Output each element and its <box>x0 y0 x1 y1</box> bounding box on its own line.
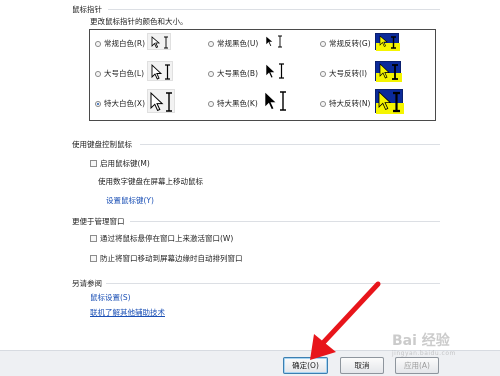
option-large-black[interactable]: 大号黑色(B) <box>208 68 258 79</box>
hover-activate-checkbox[interactable] <box>90 235 97 242</box>
radio-large-black[interactable] <box>208 70 214 77</box>
radio-normal-inverted[interactable] <box>320 40 326 47</box>
window-group-divider <box>130 221 440 222</box>
keyboard-group-divider <box>140 144 440 145</box>
radio-large-inverted[interactable] <box>320 70 326 77</box>
radio-xlarge-black[interactable] <box>208 100 214 107</box>
preview-normal-white-icon <box>147 33 171 50</box>
option-label: 大号黑色(B) <box>217 69 258 78</box>
radio-normal-black[interactable] <box>208 40 214 47</box>
option-label: 常规白色(R) <box>104 39 146 48</box>
pointer-scheme-grid: 常规白色(R) 常规黑色(U) 常规反转(G) 大号白色(L) 大号黑色(B) … <box>89 29 436 121</box>
preview-large-white-icon <box>147 61 173 81</box>
radio-xlarge-inverted[interactable] <box>320 100 326 107</box>
preview-normal-inverted-icon <box>375 33 400 51</box>
keyboard-group-title: 使用键盘控制鼠标 <box>72 140 132 149</box>
preview-normal-black-icon <box>262 33 286 50</box>
pointer-group-title: 鼠标指针 <box>72 5 102 14</box>
pointer-group-divider <box>108 9 440 10</box>
watermark-subtext: jingyan.baidu.com <box>392 350 456 357</box>
option-label: 常规反转(G) <box>329 39 371 48</box>
option-label: 常规黑色(U) <box>217 39 259 48</box>
mouse-keys-checkbox[interactable] <box>90 160 97 167</box>
option-xlarge-inverted[interactable]: 特大反转(N) <box>320 98 370 109</box>
option-normal-white[interactable]: 常规白色(R) <box>95 38 145 49</box>
preview-large-inverted-icon <box>375 61 402 82</box>
radio-large-white[interactable] <box>95 70 101 77</box>
option-label: 特大白色(X) <box>104 99 145 108</box>
preview-xlarge-inverted-icon <box>375 89 404 114</box>
option-label: 大号反转(I) <box>329 69 368 78</box>
option-xlarge-black[interactable]: 特大黑色(K) <box>208 98 258 109</box>
option-normal-inverted[interactable]: 常规反转(G) <box>320 38 371 49</box>
window-group-title: 更便于管理窗口 <box>72 217 125 226</box>
preview-xlarge-black-icon <box>262 89 290 113</box>
preview-large-black-icon <box>262 61 288 81</box>
prevent-arrange-row[interactable]: 防止将窗口移动到屏幕边缘时自动排列窗口 <box>90 253 243 264</box>
option-large-inverted[interactable]: 大号反转(I) <box>320 68 367 79</box>
online-assistive-tech-link[interactable]: 联机了解其他辅助技术 <box>90 307 165 318</box>
apply-button[interactable]: 应用(A) <box>395 357 439 374</box>
option-label: 大号白色(L) <box>104 69 145 78</box>
preview-xlarge-white-icon <box>147 89 175 113</box>
prevent-arrange-checkbox[interactable] <box>90 255 97 262</box>
baidu-watermark: Bai 经验 jingyan.baidu.com <box>392 330 456 357</box>
hover-activate-label: 通过将鼠标悬停在窗口上来激活窗口(W) <box>100 234 234 243</box>
option-label: 特大黑色(K) <box>217 99 258 108</box>
watermark-text: Bai 经验 <box>392 333 450 349</box>
mouse-keys-checkbox-row[interactable]: 启用鼠标键(M) <box>90 158 150 169</box>
hover-activate-row[interactable]: 通过将鼠标悬停在窗口上来激活窗口(W) <box>90 233 233 244</box>
option-large-white[interactable]: 大号白色(L) <box>95 68 144 79</box>
annotation-arrow-icon <box>310 281 381 360</box>
see-also-title: 另请参阅 <box>72 279 102 288</box>
mouse-keys-label: 启用鼠标键(M) <box>100 159 150 168</box>
option-normal-black[interactable]: 常规黑色(U) <box>208 38 258 49</box>
option-label: 特大反转(N) <box>329 99 371 108</box>
radio-normal-white[interactable] <box>95 40 101 47</box>
setup-mouse-keys-link[interactable]: 设置鼠标键(Y) <box>106 195 154 206</box>
mouse-settings-link[interactable]: 鼠标设置(S) <box>90 292 131 303</box>
prevent-arrange-label: 防止将窗口移动到屏幕边缘时自动排列窗口 <box>100 254 243 263</box>
radio-xlarge-white[interactable] <box>95 100 101 107</box>
mouse-keys-hint: 使用数字键盘在屏幕上移动鼠标 <box>98 177 203 186</box>
pointer-group-description: 更改鼠标指针的颜色和大小。 <box>90 17 188 26</box>
option-xlarge-white[interactable]: 特大白色(X) <box>95 98 145 109</box>
